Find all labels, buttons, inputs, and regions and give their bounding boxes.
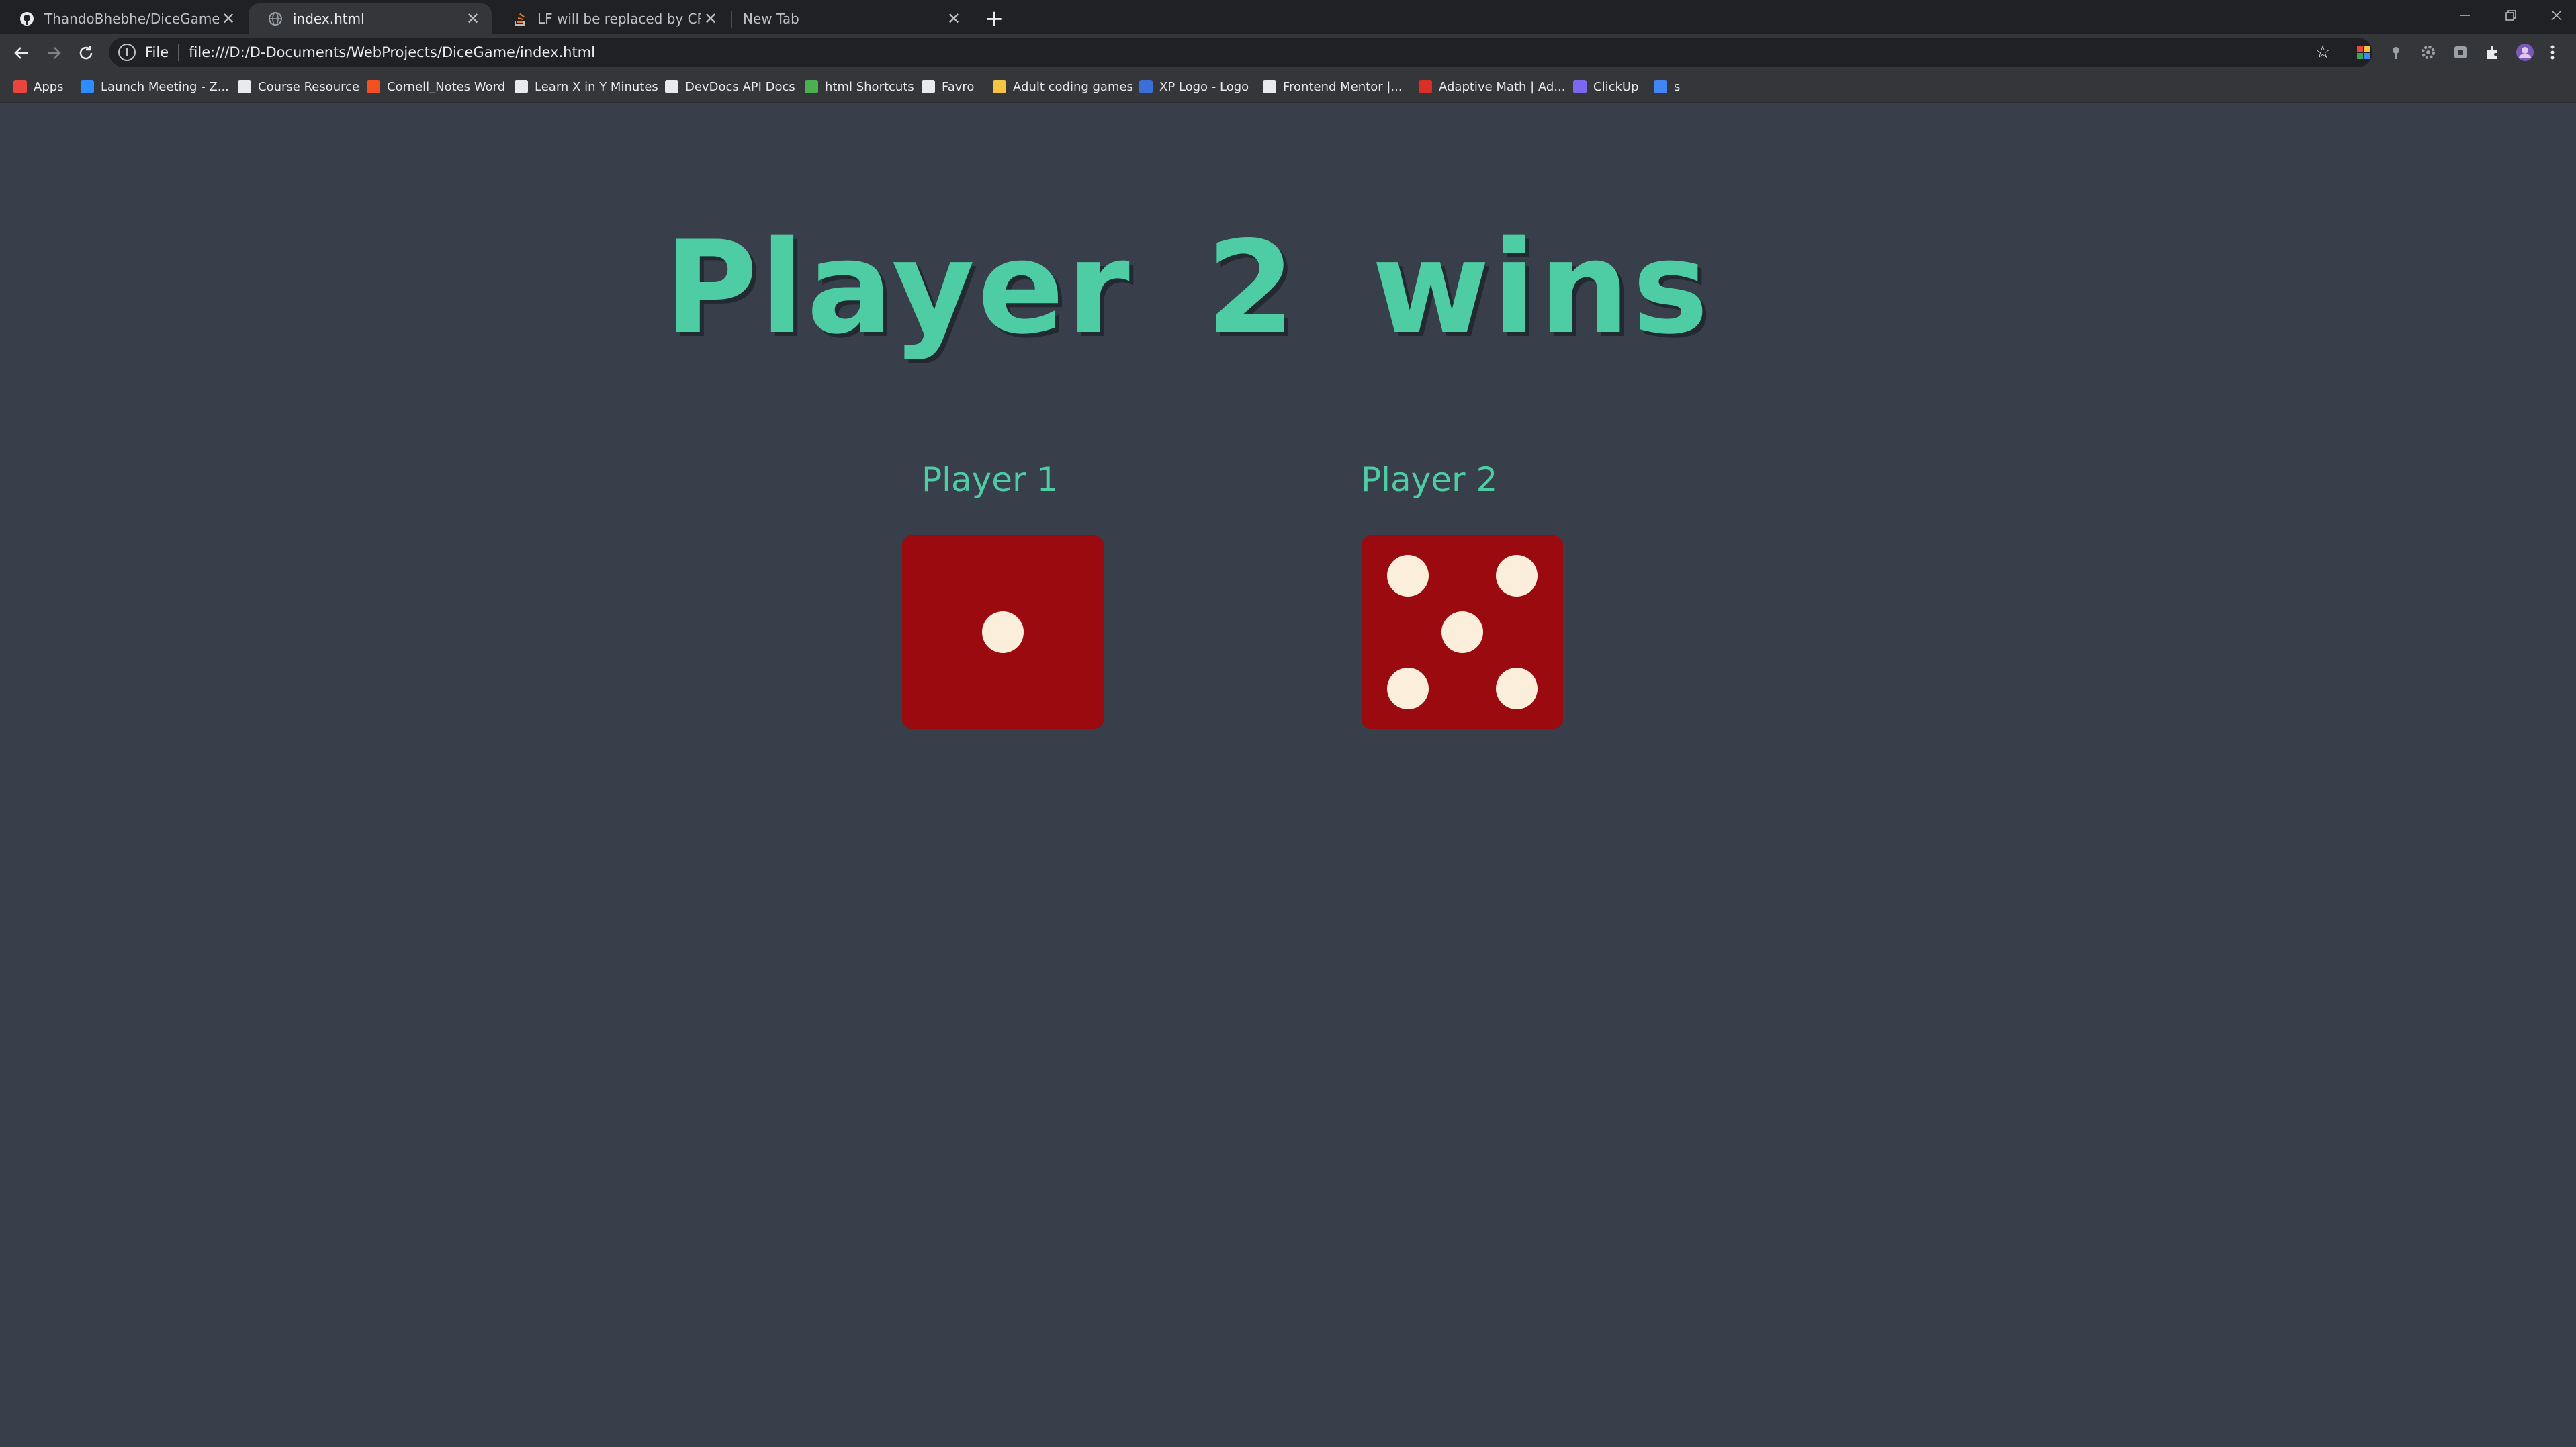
tab-strip: ThandoBhebhe/DiceGame: Small ✕ index.htm… xyxy=(0,0,2576,34)
microsoft-icon xyxy=(367,80,380,93)
stackoverflow-icon xyxy=(512,11,528,27)
bookmark-label: ClickUp xyxy=(1593,79,1639,94)
browser-chrome: ThandoBhebhe/DiceGame: Small ✕ index.htm… xyxy=(0,0,2576,103)
bookmark-label: Learn X in Y Minutes xyxy=(535,79,658,94)
adaptive-math-icon xyxy=(1419,80,1432,93)
bookmark-label: XP Logo - Logo xyxy=(1159,79,1249,94)
bookmark-item[interactable]: DevDocs API Docs xyxy=(665,77,795,97)
bookmark-item[interactable]: Cornell_Notes Word xyxy=(367,77,505,97)
player-2-die xyxy=(1362,535,1563,729)
tab-github[interactable]: ThandoBhebhe/DiceGame: Small ✕ xyxy=(0,3,247,34)
die-pip xyxy=(1496,555,1538,597)
xp-logo-icon xyxy=(1139,80,1153,93)
tab-stackoverflow[interactable]: LF will be replaced by CRLF in git ✕ xyxy=(493,3,729,34)
bookmark-item[interactable]: ClickUp xyxy=(1573,77,1639,97)
clickup-icon xyxy=(1573,80,1587,93)
extension-pin-icon[interactable] xyxy=(2386,42,2406,62)
tab-new-tab[interactable]: New Tab ✕ xyxy=(732,3,973,34)
die-pip xyxy=(1441,611,1483,653)
tab-index-html[interactable]: index.html ✕ xyxy=(249,3,492,34)
player-1-die xyxy=(902,535,1104,729)
minimize-icon[interactable] xyxy=(2445,0,2485,31)
bookmark-label: Adaptive Math | Ad... xyxy=(1439,79,1566,94)
bookmark-item[interactable]: Frontend Mentor |... xyxy=(1263,77,1403,97)
extension-gear-icon[interactable] xyxy=(2418,42,2438,62)
bookmark-label: Cornell_Notes Word xyxy=(387,79,506,94)
google-icon xyxy=(1654,80,1667,93)
bookmark-item[interactable]: Apps xyxy=(13,77,64,97)
bookmarks-bar: Apps Launch Meeting - Z... Course Resource… xyxy=(0,71,2576,103)
bookmark-item[interactable]: Launch Meeting - Z... xyxy=(81,77,229,97)
bookmark-label: Frontend Mentor |... xyxy=(1283,79,1403,94)
url-text[interactable]: file:///D:/D-Documents/WebProjects/DiceG… xyxy=(189,44,595,60)
bookmark-item[interactable]: Learn X in Y Minutes xyxy=(515,77,658,97)
profile-avatar[interactable] xyxy=(2515,42,2535,62)
browser-toolbar: i File file:///D:/D-Documents/WebProject… xyxy=(0,34,2576,71)
new-tab-button[interactable]: + xyxy=(982,5,1006,32)
die-pip xyxy=(1387,667,1429,709)
close-tab-icon[interactable]: ✕ xyxy=(219,9,238,28)
tab-title: index.html xyxy=(293,11,365,27)
close-window-icon[interactable] xyxy=(2536,0,2576,31)
tab-title: LF will be replaced by CRLF in git xyxy=(537,11,701,27)
close-tab-icon[interactable]: ✕ xyxy=(944,9,963,28)
bookmark-item[interactable]: Adaptive Math | Ad... xyxy=(1419,77,1566,97)
bookmark-label: Launch Meeting - Z... xyxy=(101,79,229,94)
frontend-mentor-icon xyxy=(1263,80,1276,93)
bookmark-item[interactable]: Favro xyxy=(922,77,974,97)
folder-icon xyxy=(993,80,1006,93)
bookmark-label: html Shortcuts xyxy=(825,79,914,94)
bookmark-label: Apps xyxy=(34,79,64,94)
apps-grid-icon xyxy=(13,80,27,93)
player-2-label: Player 2 xyxy=(1361,460,1498,499)
course-icon xyxy=(238,80,251,93)
favro-icon xyxy=(922,80,935,93)
forward-button[interactable] xyxy=(40,40,67,67)
extensions-puzzle-icon[interactable] xyxy=(2483,42,2503,62)
bookmark-star-icon[interactable]: ☆ xyxy=(2311,40,2335,64)
bookmark-item[interactable]: Course Resource xyxy=(238,77,359,97)
github-icon xyxy=(19,11,35,27)
bookmark-label: Adult coding games xyxy=(1013,79,1133,94)
menu-kebab-icon[interactable] xyxy=(2546,42,2559,62)
die-pip xyxy=(982,611,1024,653)
scheme-label: File xyxy=(145,44,169,60)
x-icon xyxy=(515,80,528,93)
back-button[interactable] xyxy=(8,40,35,67)
reload-button[interactable] xyxy=(73,40,99,67)
close-tab-icon[interactable]: ✕ xyxy=(463,9,482,28)
die-pip xyxy=(1496,667,1538,709)
tab-title: ThandoBhebhe/DiceGame: Small xyxy=(44,11,219,27)
html-icon xyxy=(805,80,818,93)
zoom-icon xyxy=(81,80,94,93)
globe-icon xyxy=(267,11,283,27)
bookmark-label: Course Resource xyxy=(258,79,360,94)
devdocs-icon xyxy=(665,80,678,93)
close-tab-icon[interactable]: ✕ xyxy=(701,9,720,28)
bookmark-label: DevDocs API Docs xyxy=(685,79,795,94)
bookmark-label: Favro xyxy=(942,79,975,94)
bookmark-item[interactable]: s xyxy=(1654,77,1680,97)
player-1-label: Player 1 xyxy=(922,460,1059,499)
address-bar[interactable]: i File file:///D:/D-Documents/WebProject… xyxy=(109,38,2372,67)
bookmark-item[interactable]: XP Logo - Logo xyxy=(1139,77,1249,97)
bookmark-item[interactable]: Adult coding games xyxy=(993,77,1133,97)
die-pip xyxy=(1387,555,1429,597)
tab-title: New Tab xyxy=(743,11,799,27)
bookmark-item[interactable]: html Shortcuts xyxy=(805,77,914,97)
info-icon[interactable]: i xyxy=(118,44,136,61)
result-heading: Player 2 wins xyxy=(664,214,1712,362)
page-content: Player 2 wins Player 1 Player 2 xyxy=(0,102,2576,1447)
restore-icon[interactable] xyxy=(2491,0,2531,31)
bookmark-label: s xyxy=(1674,79,1681,94)
address-divider xyxy=(178,44,180,61)
extension-box-icon[interactable] xyxy=(2450,42,2471,62)
extension-colorful-icon[interactable] xyxy=(2354,42,2374,62)
